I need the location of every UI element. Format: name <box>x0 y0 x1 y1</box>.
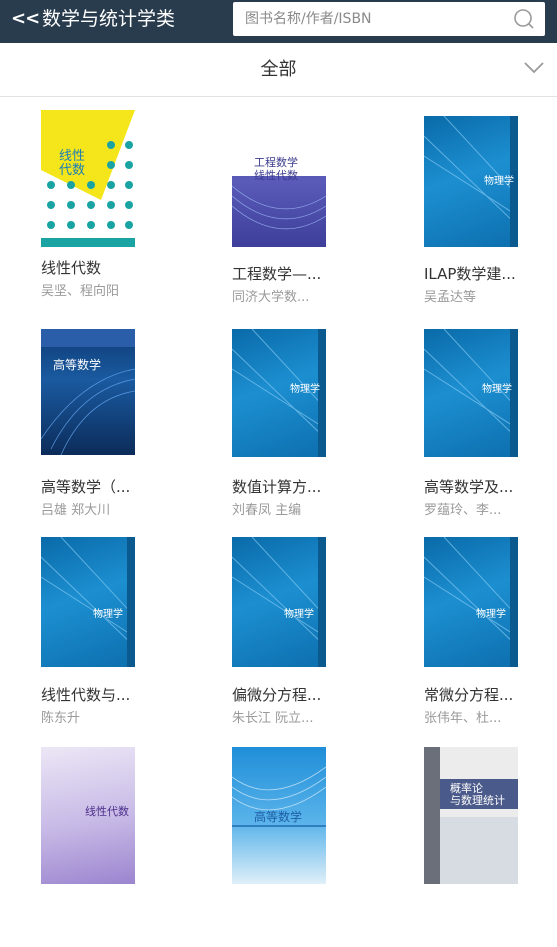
book-card[interactable]: 概率论 与数理统计 <box>424 747 557 947</box>
book-author: 朱长江 阮立... <box>232 711 314 726</box>
book-title[interactable]: 数值计算方... <box>232 476 372 498</box>
book-cover[interactable]: 物理学 <box>424 116 518 247</box>
book-author: 同济大学数... <box>232 290 310 305</box>
search-box[interactable]: 图书名称/作者/ISBN <box>233 2 545 36</box>
cover-title: 物理学 <box>484 176 514 187</box>
book-title[interactable]: 常微分方程... <box>424 684 557 706</box>
book-card[interactable]: 高等数学 <box>232 747 382 947</box>
book-title[interactable]: ILAP数学建... <box>424 263 557 285</box>
book-cover[interactable]: 物理学 <box>232 537 326 667</box>
book-author: 张伟年、杜... <box>424 711 502 726</box>
book-card[interactable]: 线性代数 <box>41 747 191 947</box>
book-author: 罗蕴玲、李... <box>424 503 502 518</box>
cover-title: 物理学 <box>290 384 320 395</box>
book-cover[interactable]: 物理学 <box>232 329 326 457</box>
book-cover[interactable]: 概率论 与数理统计 <box>424 747 518 884</box>
book-card[interactable]: 物理学 偏微分方程... 朱长江 阮立... <box>232 537 382 737</box>
book-cover[interactable]: 物理学 <box>41 537 135 667</box>
book-cover[interactable]: 物理学 <box>424 537 518 667</box>
book-title[interactable]: 工程数学—... <box>232 263 372 285</box>
book-title[interactable]: 线性代数 <box>41 257 181 279</box>
cover-title: 高等数学 <box>53 358 102 372</box>
cover-title: 物理学 <box>284 609 314 620</box>
book-card[interactable]: 物理学 ILAP数学建... 吴孟达等 <box>424 116 557 316</box>
book-cover[interactable]: 工程数学 线性代数 <box>232 116 326 247</box>
book-title[interactable]: 高等数学及... <box>424 476 557 498</box>
book-card[interactable]: 物理学 线性代数与... 陈东升 <box>41 537 191 737</box>
book-title[interactable]: 高等数学（... <box>41 476 181 498</box>
book-author: 刘春凤 主编 <box>232 503 302 518</box>
book-author: 吕雄 郑大川 <box>41 503 111 518</box>
book-title[interactable]: 偏微分方程... <box>232 684 372 706</box>
top-bar: << 数学与统计学类 图书名称/作者/ISBN <box>0 0 557 43</box>
book-card[interactable]: 线性 代数 线性代数 吴坚、程向阳 <box>41 110 191 310</box>
book-card[interactable]: 物理学 数值计算方... 刘春凤 主编 <box>232 329 382 529</box>
book-card[interactable]: 物理学 高等数学及... 罗蕴玲、李... <box>424 329 557 529</box>
page-title: 数学与统计学类 <box>42 8 176 30</box>
book-cover[interactable]: 物理学 <box>424 329 518 457</box>
book-card[interactable]: 物理学 常微分方程... 张伟年、杜... <box>424 537 557 737</box>
book-title[interactable]: 线性代数与... <box>41 684 181 706</box>
cover-title: 物理学 <box>476 609 506 620</box>
book-cover[interactable]: 高等数学 <box>41 329 135 455</box>
cover-title: 物理学 <box>482 384 512 395</box>
book-card[interactable]: 工程数学 线性代数 工程数学—... 同济大学数... <box>232 116 382 316</box>
book-author: 吴坚、程向阳 <box>41 284 120 299</box>
filter-label[interactable]: 全部 <box>0 58 557 82</box>
cover-title: 概率论 与数理统计 <box>450 782 505 807</box>
book-cover[interactable]: 线性代数 <box>41 747 135 884</box>
category-filter[interactable]: 全部 <box>0 43 557 97</box>
cover-title: 高等数学 <box>254 810 303 824</box>
book-cover[interactable]: 线性代数 <box>41 110 135 247</box>
book-author: 吴孟达等 <box>424 290 477 305</box>
search-input[interactable]: 图书名称/作者/ISBN <box>245 9 372 29</box>
back-button[interactable]: << <box>11 7 40 31</box>
cover-title: 线性代数 <box>85 805 129 818</box>
cover-title: 物理学 <box>93 609 123 620</box>
book-card[interactable]: 高等数学 高等数学（... 吕雄 郑大川 <box>41 329 191 529</box>
book-author: 陈东升 <box>41 711 81 726</box>
chevron-down-icon[interactable] <box>523 61 545 75</box>
search-icon[interactable] <box>513 8 535 30</box>
cover-title: 线性代数 <box>59 149 86 178</box>
book-cover[interactable]: 高等数学 <box>232 747 326 884</box>
